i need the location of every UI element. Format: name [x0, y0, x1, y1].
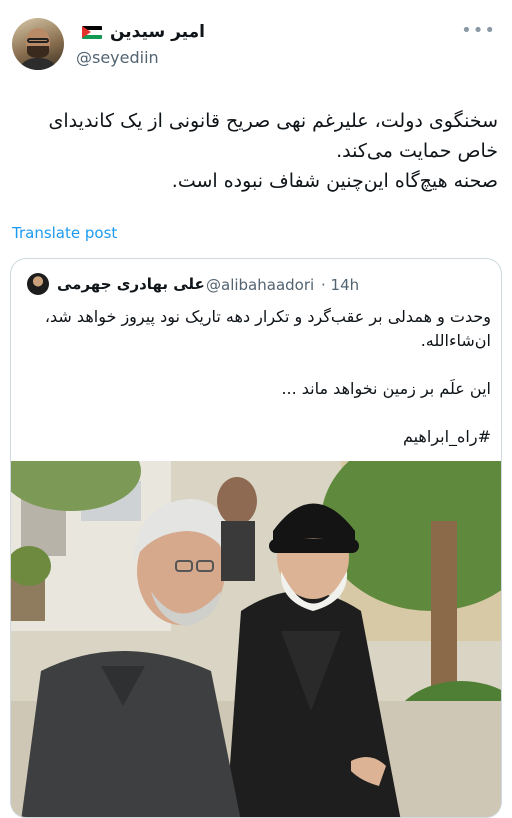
quote-author-avatar [27, 273, 49, 295]
author-avatar[interactable] [12, 18, 64, 70]
quoted-post-card[interactable]: علی بهادری جهرمی @alibahaadori · 14h وحد… [10, 258, 502, 818]
author-handle[interactable]: @seyediin [76, 48, 159, 67]
tweet-text-line: سخنگوی دولت، علیرغم نهی صریح قانونی از ی… [48, 110, 498, 162]
palestine-flag-icon [82, 26, 102, 39]
quote-text: وحدت و همدلی بر عقب‌گرد و تکرار دهه تاری… [21, 305, 491, 449]
quote-photo[interactable] [11, 461, 501, 817]
quote-author-name: علی بهادری جهرمی [57, 275, 205, 293]
tweet-text: سخنگوی دولت، علیرغم نهی صریح قانونی از ی… [12, 106, 498, 196]
quote-timestamp: · 14h [321, 276, 360, 294]
quote-author-handle: @alibahaadori [206, 276, 315, 294]
hashtag-link[interactable]: #راه_ابراهیم [21, 425, 491, 449]
more-options-icon[interactable]: ••• [461, 22, 496, 40]
author-name[interactable]: امیر سیدین [110, 22, 205, 42]
tweet-text-line: صحنه هیچ‌گاه این‌چنین شفاف نبوده است. [171, 170, 498, 192]
quote-text-line: این علَم بر زمین نخواهد ماند ... [281, 379, 491, 398]
quote-text-line: وحدت و همدلی بر عقب‌گرد و تکرار دهه تاری… [44, 307, 491, 350]
translate-post-link[interactable]: Translate post [12, 224, 117, 242]
